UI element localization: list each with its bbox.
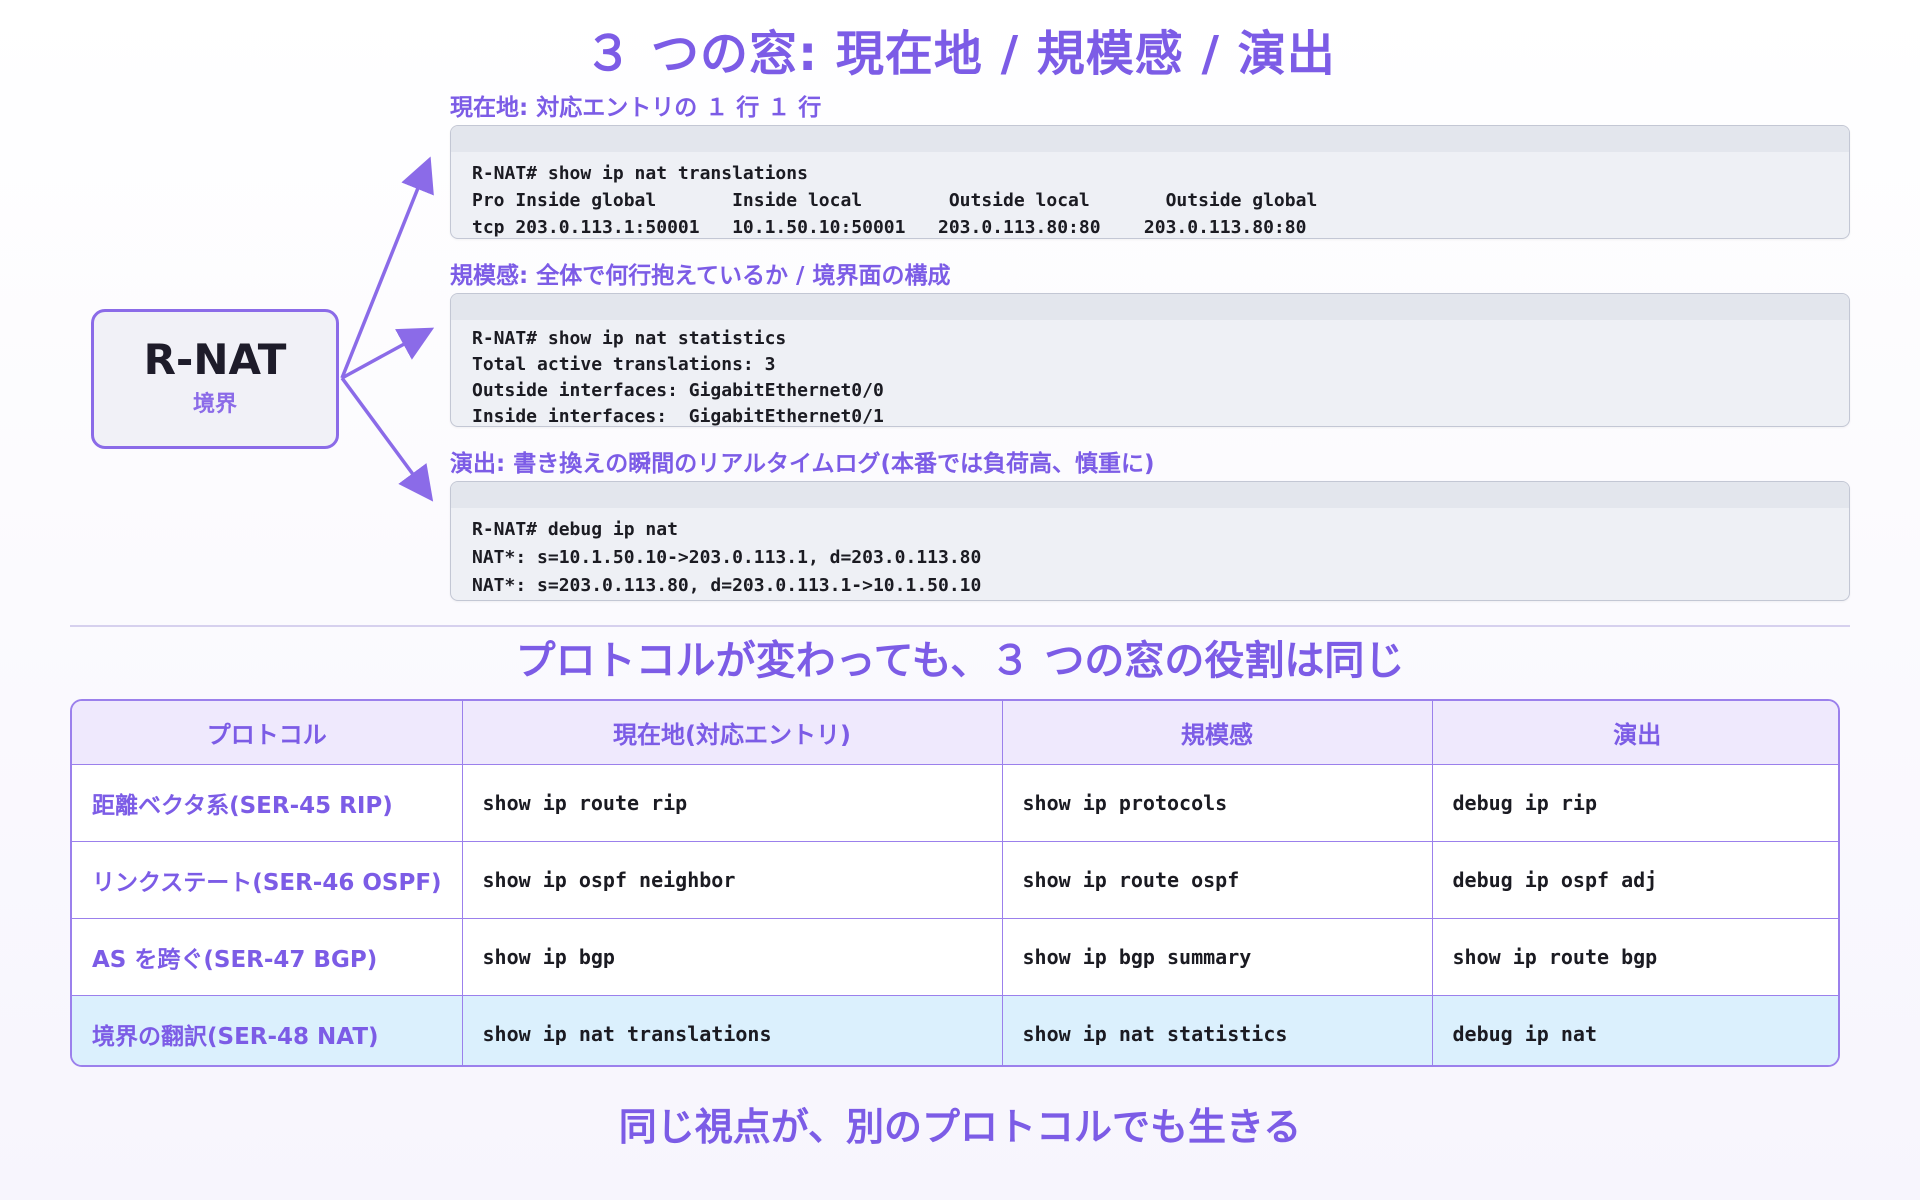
command-cell: show ip bgp: [461, 918, 1003, 996]
table-row: リンクステート(SER-46 OSPF) show ip ospf neighb…: [72, 841, 1838, 919]
location-terminal: R-NAT# show ip nat translations Pro Insi…: [450, 125, 1850, 239]
section-divider: [70, 625, 1850, 627]
footer-caption: 同じ視点が、別のプロトコルでも生きる: [618, 1105, 1302, 1149]
terminal-line: NAT*: s=10.1.50.10->203.0.113.1, d=203.0…: [472, 547, 982, 568]
command-cell: show ip route bgp: [1431, 918, 1838, 996]
command-cell: debug ip ospf adj: [1431, 841, 1838, 919]
protocol-cell: リンクステート(SER-46 OSPF): [72, 841, 463, 919]
terminal-line: R-NAT# show ip nat translations: [472, 163, 808, 184]
terminal-titlebar: [451, 482, 1849, 508]
command-cell: show ip protocols: [1001, 764, 1433, 842]
arrow-to-location-window: [340, 156, 434, 379]
command-cell: debug ip rip: [1431, 764, 1838, 842]
command-cell: show ip bgp summary: [1001, 918, 1433, 996]
command-cell: show ip nat translations: [461, 995, 1003, 1065]
command-cell: show ip nat statistics: [1001, 995, 1433, 1065]
terminal-line: NAT*: s=203.0.113.80, d=203.0.113.1->10.…: [472, 575, 982, 596]
scale-terminal: R-NAT# show ip nat statistics Total acti…: [450, 293, 1850, 427]
location-window-label: 現在地: 対応エントリの １ 行 １ 行: [450, 95, 822, 121]
command-cell: debug ip nat: [1431, 995, 1838, 1065]
comparison-table: プロトコル 現在地(対応エントリ) 規模感 演出 距離ベクタ系(SER-45 R…: [70, 699, 1840, 1067]
table-header-row: プロトコル 現在地(対応エントリ) 規模感 演出: [72, 701, 1838, 765]
terminal-titlebar: [451, 126, 1849, 152]
router-role: 境界: [192, 392, 237, 417]
terminal-line: Pro Inside global Inside local Outside l…: [472, 190, 1318, 211]
debug-window-label: 演出: 書き換えの瞬間のリアルタイムログ(本番では負荷高、慎重に): [450, 451, 1155, 477]
terminal-line: Total active translations: 3: [472, 354, 776, 375]
column-header-protocol: プロトコル: [72, 701, 463, 765]
terminal-line: R-NAT# debug ip nat: [472, 519, 678, 540]
protocol-cell: 境界の翻訳(SER-48 NAT): [72, 995, 463, 1065]
table-row: 距離ベクタ系(SER-45 RIP) show ip route rip sho…: [72, 764, 1838, 842]
command-cell: show ip ospf neighbor: [461, 841, 1003, 919]
protocol-cell: 距離ベクタ系(SER-45 RIP): [72, 764, 463, 842]
table-title: プロトコルが変わっても、３ つの窓の役割は同じ: [515, 638, 1405, 684]
terminal-line: tcp 203.0.113.1:50001 10.1.50.10:50001 2…: [472, 217, 1307, 238]
column-header-debug: 演出: [1431, 701, 1838, 765]
command-cell: show ip route ospf: [1001, 841, 1433, 919]
table-row: AS を跨ぐ(SER-47 BGP) show ip bgp show ip b…: [72, 918, 1838, 996]
arrow-to-debug-window: [340, 376, 434, 502]
terminal-line: R-NAT# show ip nat statistics: [472, 328, 787, 349]
terminal-line: Outside interfaces: GigabitEthernet0/0: [472, 380, 884, 401]
table-row-highlighted: 境界の翻訳(SER-48 NAT) show ip nat translatio…: [72, 995, 1838, 1065]
debug-terminal: R-NAT# debug ip nat NAT*: s=10.1.50.10->…: [450, 481, 1850, 601]
command-cell: show ip route rip: [461, 764, 1003, 842]
router-node: R-NAT 境界: [91, 309, 339, 449]
protocol-cell: AS を跨ぐ(SER-47 BGP): [72, 918, 463, 996]
router-name: R-NAT: [143, 335, 287, 384]
column-header-scale: 規模感: [1001, 701, 1433, 765]
scale-window-label: 規模感: 全体で何行抱えているか / 境界面の構成: [450, 263, 951, 289]
terminal-line: Inside interfaces: GigabitEthernet0/1: [472, 406, 884, 427]
arrow-to-scale-window: [341, 327, 435, 380]
column-header-location: 現在地(対応エントリ): [461, 701, 1003, 765]
terminal-titlebar: [451, 294, 1849, 320]
